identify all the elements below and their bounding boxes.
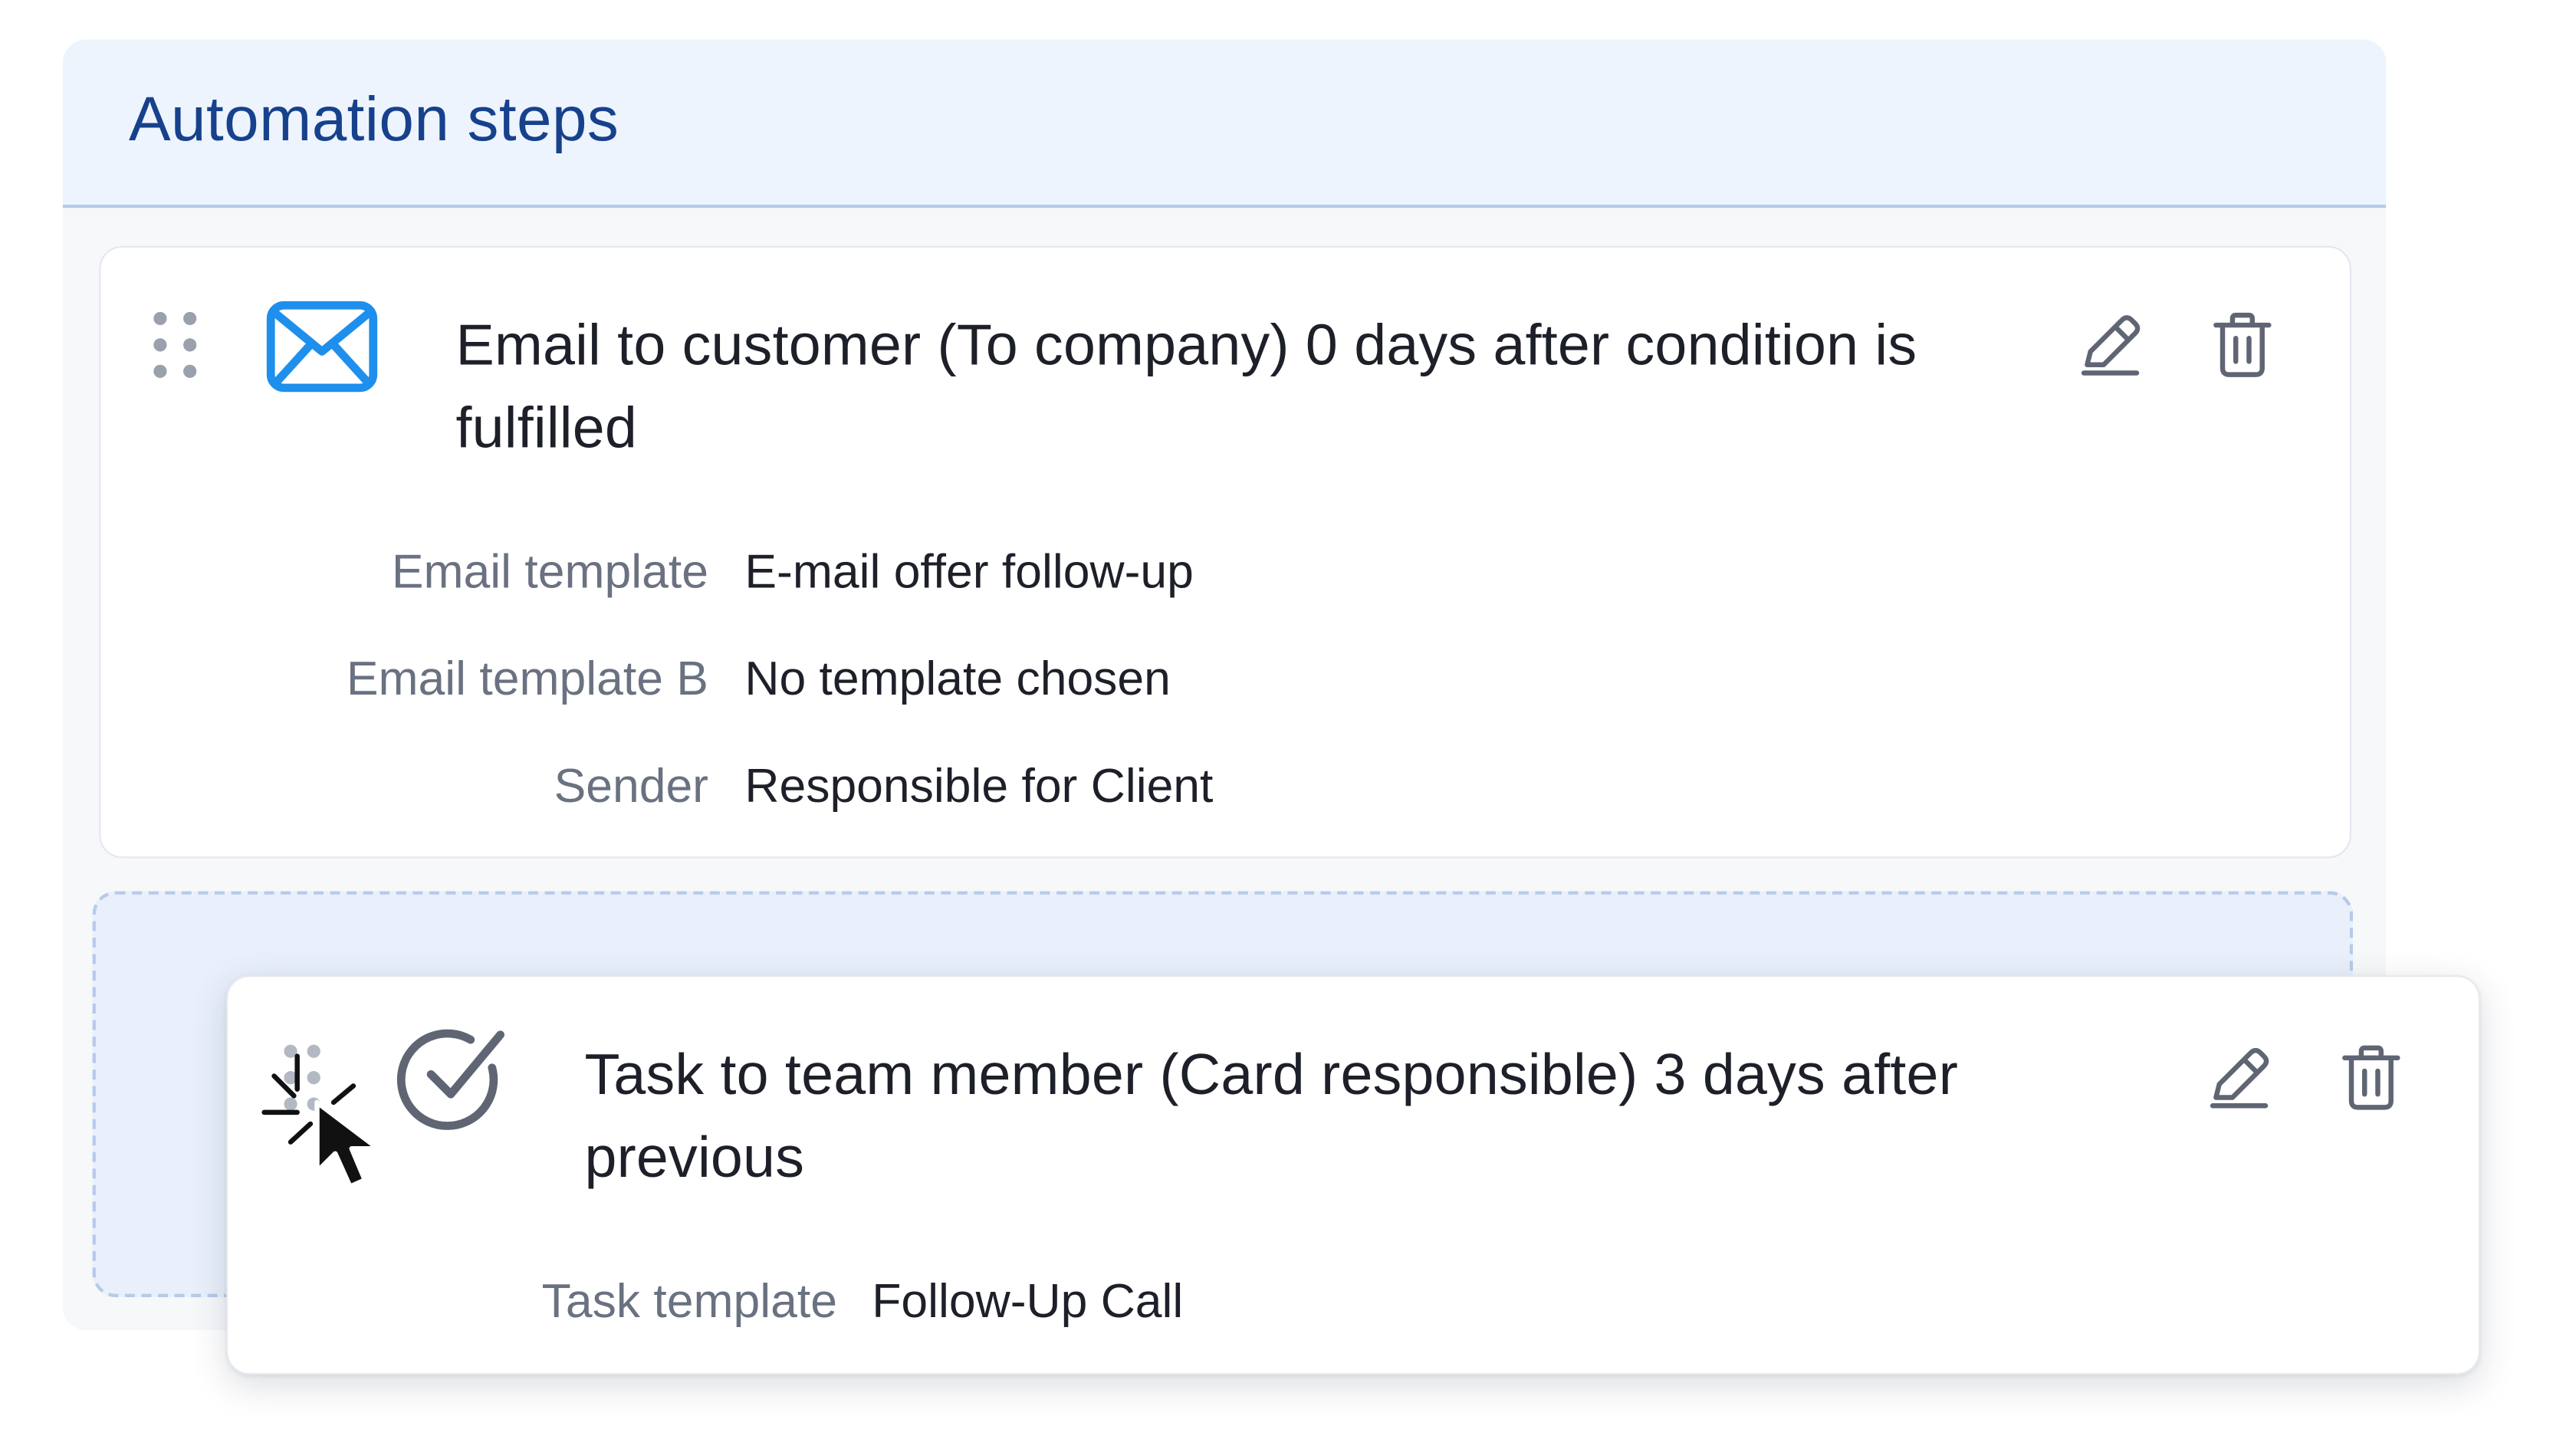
field-row-task-template: Task template Follow-Up Call — [228, 1269, 2374, 1335]
envelope-icon — [266, 301, 378, 393]
edit-step-button[interactable] — [2071, 305, 2150, 384]
field-value: Follow-Up Call — [872, 1275, 1184, 1329]
field-row-sender: Sender Responsible for Client — [100, 754, 2247, 820]
panel-title: Automation steps — [128, 85, 619, 156]
delete-step-button[interactable] — [2331, 1038, 2410, 1117]
mouse-cursor-icon — [261, 1053, 381, 1189]
field-label: Email template — [391, 546, 708, 600]
automation-steps-stage: Automation steps Email to customer (To c… — [0, 0, 2576, 1449]
field-row-email-template-b: Email template B No template chosen — [100, 647, 2247, 713]
field-label: Task template — [541, 1275, 837, 1329]
edit-step-button[interactable] — [2200, 1038, 2279, 1117]
step-title: Task to team member (Card responsible) 3… — [584, 1043, 1959, 1191]
pencil-icon — [2081, 315, 2141, 376]
panel-header: Automation steps — [62, 39, 2387, 209]
field-row-email-template: Email template E-mail offer follow-up — [100, 540, 2247, 606]
field-value: E-mail offer follow-up — [744, 546, 1194, 600]
field-value: No template chosen — [744, 653, 1171, 707]
step-card-email: Email to customer (To company) 0 days af… — [99, 245, 2352, 859]
step-card-task[interactable]: Task to team member (Card responsible) 3… — [226, 975, 2481, 1375]
trash-icon — [2342, 1045, 2400, 1110]
field-value: Responsible for Client — [744, 761, 1214, 814]
step-title: Email to customer (To company) 0 days af… — [455, 313, 1917, 461]
field-label: Email template B — [346, 653, 708, 707]
drag-handle-icon[interactable] — [150, 310, 200, 383]
pencil-icon — [2210, 1047, 2269, 1109]
trash-icon — [2213, 312, 2272, 377]
delete-step-button[interactable] — [2203, 305, 2282, 384]
field-label: Sender — [554, 761, 708, 814]
